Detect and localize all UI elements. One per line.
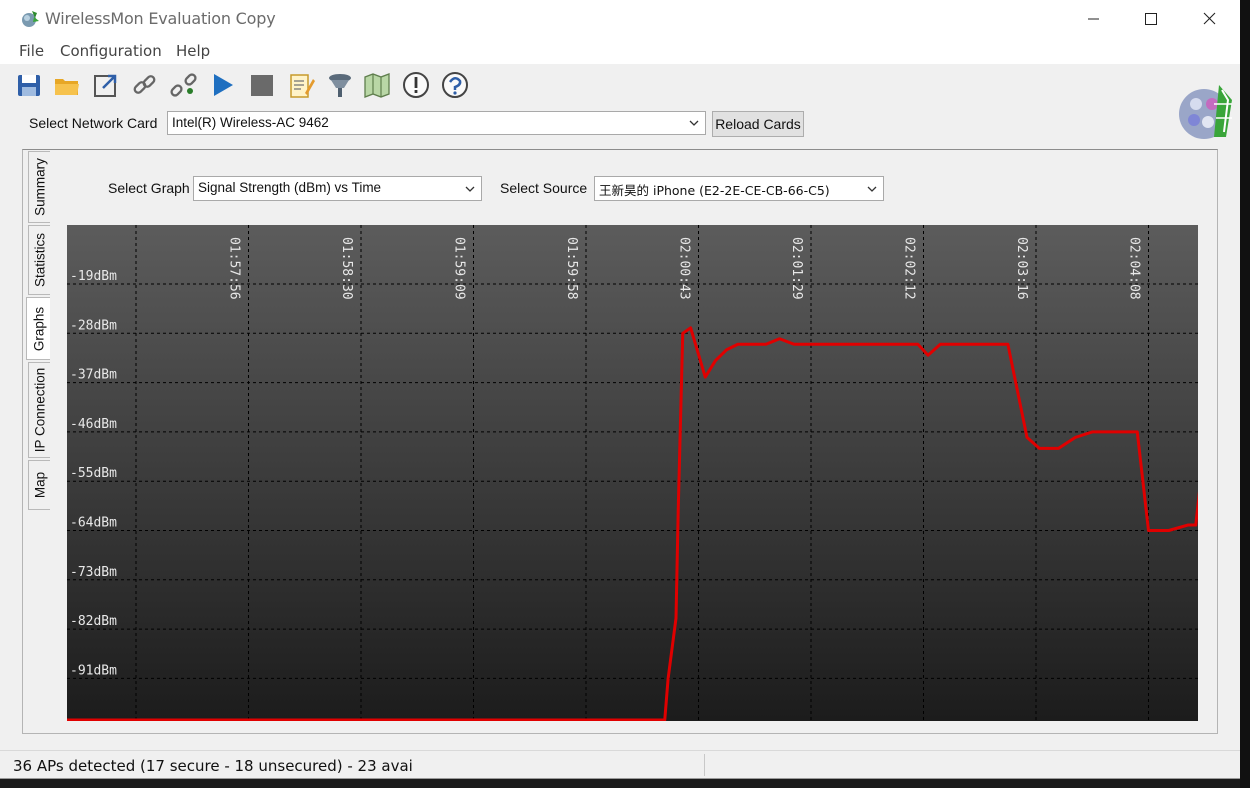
- maximize-button[interactable]: [1122, 0, 1180, 38]
- help-icon[interactable]: [440, 70, 470, 100]
- select-graph-label: Select Graph: [108, 180, 190, 196]
- chevron-down-icon: [465, 186, 475, 192]
- save-icon[interactable]: [14, 70, 44, 100]
- y-tick-label: -19dBm: [70, 269, 117, 284]
- tab-statistics[interactable]: Statistics: [28, 225, 50, 295]
- y-tick-label: -73dBm: [70, 565, 117, 580]
- antenna-icon[interactable]: [325, 70, 355, 100]
- status-separator: [704, 754, 705, 776]
- close-icon: [1203, 12, 1216, 25]
- app-window: WirelessMon Evaluation Copy File Configu…: [0, 0, 1240, 778]
- y-tick-label: -91dBm: [70, 663, 117, 678]
- app-icon: [22, 11, 39, 27]
- menu-configuration[interactable]: Configuration: [60, 42, 162, 60]
- minimize-button[interactable]: [1064, 0, 1122, 38]
- select-graph-value: Signal Strength (dBm) vs Time: [198, 180, 382, 195]
- y-tick-label: -28dBm: [70, 318, 117, 333]
- select-source-value: 王新昊的 iPhone (E2-2E-CE-CB-66-C5): [599, 183, 830, 198]
- x-tick-label: 02:00:43: [677, 237, 692, 300]
- link-icon[interactable]: [130, 70, 160, 100]
- x-tick-label: 02:02:12: [902, 237, 917, 300]
- x-tick-label: 02:01:29: [789, 237, 804, 300]
- x-tick-label: 01:59:09: [452, 237, 467, 300]
- menu-help[interactable]: Help: [176, 42, 210, 60]
- status-text: 36 APs detected (17 secure - 18 unsecure…: [13, 757, 413, 775]
- desktop-edge: [1240, 0, 1250, 788]
- open-folder-icon[interactable]: [52, 70, 82, 100]
- x-tick-label: 01:59:58: [564, 237, 579, 300]
- play-icon[interactable]: [208, 70, 238, 100]
- info-icon[interactable]: [401, 70, 431, 100]
- chevron-down-icon: [689, 120, 699, 126]
- tab-graphs-label: Graphs: [31, 306, 46, 351]
- wirelessmon-logo: [1179, 85, 1232, 139]
- signal-strength-chart: -19dBm -28dBm -37dBm -46dBm -55dBm -64dBm -73d…: [67, 225, 1198, 721]
- chevron-down-icon: [867, 186, 877, 192]
- y-tick-label: -37dBm: [70, 368, 117, 383]
- minimize-icon: [1088, 18, 1099, 20]
- reload-cards-button[interactable]: Reload Cards: [712, 111, 804, 137]
- y-tick-label: -64dBm: [70, 516, 117, 531]
- network-card-value: Intel(R) Wireless-AC 9462: [172, 115, 329, 130]
- title-bar: WirelessMon Evaluation Copy: [0, 0, 1240, 38]
- tab-graphs[interactable]: Graphs: [26, 297, 50, 360]
- network-card-select[interactable]: Intel(R) Wireless-AC 9462: [167, 111, 706, 135]
- tab-map[interactable]: Map: [28, 460, 50, 510]
- select-graph-dropdown[interactable]: Signal Strength (dBm) vs Time: [193, 176, 482, 201]
- close-button[interactable]: [1180, 0, 1238, 38]
- tab-map-label: Map: [32, 471, 47, 499]
- tab-summary-label: Summary: [32, 158, 47, 216]
- x-tick-label: 01:57:56: [227, 237, 242, 300]
- y-tick-label: -46dBm: [70, 417, 117, 432]
- map-icon[interactable]: [362, 70, 392, 100]
- x-tick-label: 01:58:30: [339, 237, 354, 300]
- network-card-label: Select Network Card: [29, 115, 158, 131]
- tab-summary[interactable]: Summary: [28, 151, 50, 223]
- tab-statistics-label: Statistics: [32, 232, 47, 288]
- y-tick-label: -55dBm: [70, 466, 117, 481]
- x-tick-label: 02:04:08: [1127, 237, 1142, 300]
- select-source-label: Select Source: [500, 180, 588, 196]
- maximize-icon: [1145, 13, 1157, 25]
- menu-file[interactable]: File: [19, 42, 44, 60]
- tab-ip-connection[interactable]: IP Connection: [28, 362, 50, 458]
- menu-bar: File Configuration Help: [0, 38, 1240, 64]
- stop-icon[interactable]: [247, 70, 277, 100]
- status-bar: 36 APs detected (17 secure - 18 unsecure…: [0, 750, 1240, 778]
- select-source-dropdown[interactable]: 王新昊的 iPhone (E2-2E-CE-CB-66-C5): [594, 176, 884, 201]
- y-tick-label: -82dBm: [70, 614, 117, 629]
- notes-icon[interactable]: [286, 70, 316, 100]
- export-icon[interactable]: [91, 70, 121, 100]
- x-tick-label: 02:03:16: [1014, 237, 1029, 300]
- window-title: WirelessMon Evaluation Copy: [45, 9, 276, 28]
- tab-ip-connection-label: IP Connection: [32, 367, 47, 453]
- disconnect-icon[interactable]: [169, 70, 199, 100]
